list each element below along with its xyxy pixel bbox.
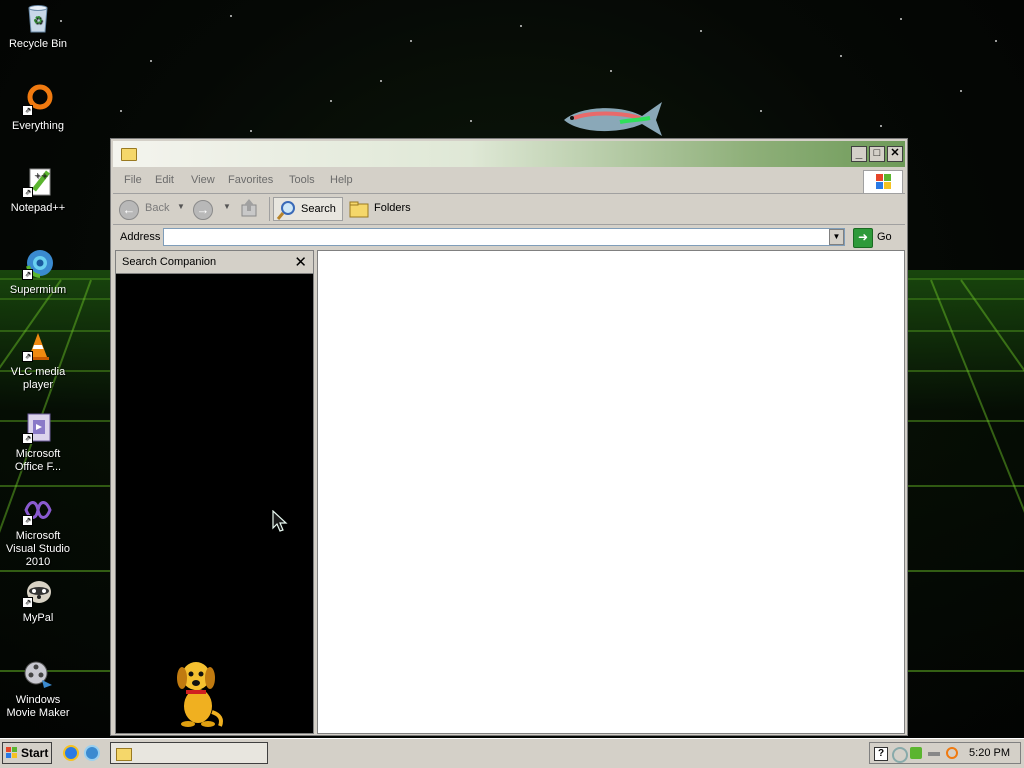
desktop-icon-visual-studio[interactable]: ↗ Microsoft Visual Studio 2010	[0, 494, 76, 569]
windows-logo-icon	[863, 170, 903, 194]
windows-flag-icon	[6, 747, 18, 759]
desktop-icon-movie-maker[interactable]: Windows Movie Maker	[0, 658, 76, 720]
search-companion-header: Search Companion ✕	[116, 251, 313, 274]
up-folder-button[interactable]	[239, 197, 261, 221]
mouse-cursor-icon	[272, 509, 290, 532]
office-file-icon: ↗	[22, 412, 54, 444]
back-label: Back	[145, 202, 170, 214]
content-pane[interactable]	[317, 250, 905, 734]
svg-text:♻: ♻	[33, 14, 43, 27]
back-button[interactable]: ← Back ▼	[119, 197, 189, 221]
desktop-icon-supermium[interactable]: ↗ Supermium	[0, 248, 76, 297]
recycle-bin-icon: ♻	[22, 2, 54, 34]
everything-search-icon: ↗	[22, 84, 54, 116]
menu-help[interactable]: Help	[330, 174, 353, 186]
desktop-icon-office[interactable]: ↗ Microsoft Office F...	[0, 412, 76, 474]
close-button[interactable]: ✕	[887, 146, 903, 162]
desktop-icon-label: Supermium	[9, 284, 67, 296]
help-icon[interactable]: ?	[874, 747, 888, 761]
toolbar: ← Back ▼ → ▼ Search Folders	[113, 194, 905, 225]
desktop-icon-label: Everything	[12, 120, 64, 132]
start-label: Start	[21, 746, 49, 760]
vlc-cone-icon: ↗	[22, 330, 54, 362]
menu-bar: File Edit View Favorites Tools Help	[113, 169, 905, 194]
shortcut-arrow-icon: ↗	[22, 105, 33, 116]
shortcut-arrow-icon: ↗	[22, 433, 33, 444]
desktop-icon-label: MyPal	[22, 612, 54, 624]
supermium-browser-icon: ↗	[22, 248, 54, 280]
forward-button[interactable]: → ▼	[193, 197, 235, 221]
system-tray: ? 5:20 PM	[869, 742, 1021, 764]
search-label: Search	[301, 203, 336, 215]
folders-icon	[349, 201, 369, 218]
desktop-icon-mypal[interactable]: ↗ MyPal	[0, 576, 76, 625]
back-arrow-icon: ←	[119, 200, 139, 220]
folder-icon	[116, 748, 132, 761]
maximize-button[interactable]: □	[869, 146, 885, 162]
go-arrow-icon: ➜	[853, 228, 873, 248]
folders-button[interactable]: Folders	[346, 197, 418, 221]
menu-favorites[interactable]: Favorites	[228, 174, 273, 186]
clock[interactable]: 5:20 PM	[969, 747, 1010, 759]
address-bar: Address ▼ ➜ Go	[113, 226, 905, 248]
desktop-icon-recycle-bin[interactable]: ♻ Recycle Bin	[0, 2, 76, 51]
notepad-plus-plus-icon: ++ ↗	[22, 166, 54, 198]
desktop-icon-label: Windows Movie Maker	[6, 694, 70, 719]
desktop-icon-label: VLC media player	[10, 366, 66, 391]
search-companion-title: Search Companion	[122, 256, 217, 268]
chevron-down-icon: ▼	[223, 202, 231, 211]
taskbar-explorer-button[interactable]	[110, 742, 268, 764]
toolbar-separator	[269, 197, 270, 221]
shortcut-arrow-icon: ↗	[22, 187, 33, 198]
desktop-icon-label: Recycle Bin	[8, 38, 68, 50]
minimize-button[interactable]: _	[851, 146, 867, 162]
search-dog-icon[interactable]	[168, 656, 228, 728]
grid-line	[930, 279, 1024, 717]
movie-maker-icon	[22, 658, 54, 690]
desktop-icon-label: Notepad++	[10, 202, 66, 214]
mypal-raccoon-icon: ↗	[22, 576, 54, 608]
everything-tray-icon[interactable]	[946, 747, 958, 759]
close-icon[interactable]: ✕	[294, 253, 307, 271]
wallpaper-fish	[560, 98, 666, 140]
desktop-icon-notepad-plus-plus[interactable]: ++ ↗ Notepad++	[0, 166, 76, 215]
menu-view[interactable]: View	[191, 174, 215, 186]
taskbar: Start ? 5:20 PM	[0, 738, 1024, 768]
quicklaunch-browser-icon[interactable]	[84, 745, 100, 761]
go-label: Go	[877, 231, 892, 243]
chevron-down-icon: ▼	[177, 202, 185, 211]
title-bar[interactable]: _ □ ✕	[113, 141, 905, 167]
svg-text:++: ++	[34, 171, 47, 180]
search-icon	[276, 201, 295, 220]
up-folder-icon	[241, 199, 257, 217]
menu-tools[interactable]: Tools	[289, 174, 315, 186]
folders-label: Folders	[374, 202, 411, 214]
explorer-window: _ □ ✕ File Edit View Favorites Tools Hel…	[110, 138, 908, 736]
shortcut-arrow-icon: ↗	[22, 597, 33, 608]
visual-studio-icon: ↗	[22, 494, 54, 526]
go-button[interactable]: ➜ Go	[853, 228, 903, 248]
shortcut-arrow-icon: ↗	[22, 515, 33, 526]
desktop-icon-vlc[interactable]: ↗ VLC media player	[0, 330, 76, 392]
shortcut-arrow-icon: ↗	[22, 269, 33, 280]
search-button[interactable]: Search	[273, 197, 343, 221]
menu-edit[interactable]: Edit	[155, 174, 174, 186]
desktop-icon-label: Microsoft Office F...	[14, 448, 62, 473]
address-label: Address	[120, 231, 161, 243]
menu-file[interactable]: File	[124, 174, 142, 186]
sync-icon[interactable]	[892, 747, 908, 763]
search-companion-pane: Search Companion ✕	[115, 250, 314, 734]
folder-icon	[121, 148, 137, 161]
address-dropdown-button[interactable]: ▼	[829, 229, 844, 245]
safely-remove-icon[interactable]	[928, 752, 940, 756]
address-input[interactable]	[163, 228, 845, 246]
start-button[interactable]: Start	[2, 742, 52, 764]
network-icon[interactable]	[910, 747, 922, 759]
forward-arrow-icon: →	[193, 200, 213, 220]
desktop-icon-everything[interactable]: ↗ Everything	[0, 84, 76, 133]
grid-line	[960, 279, 1024, 666]
shortcut-arrow-icon: ↗	[22, 351, 33, 362]
desktop-icon-label: Microsoft Visual Studio 2010	[5, 530, 70, 568]
internet-explorer-icon[interactable]	[63, 745, 79, 761]
